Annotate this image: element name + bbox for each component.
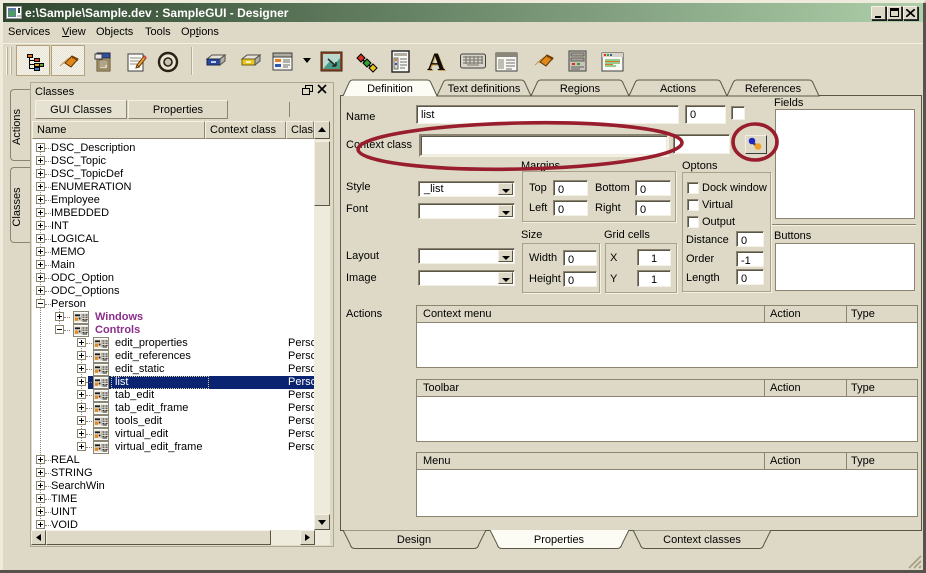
svg-text:Context classes: Context classes <box>663 534 741 546</box>
svg-text:Actions: Actions <box>660 83 697 95</box>
svg-text:Text definitions: Text definitions <box>448 83 521 95</box>
svg-text:Design: Design <box>397 534 431 546</box>
svg-text:Regions: Regions <box>560 83 601 95</box>
svg-text:Properties: Properties <box>534 534 585 546</box>
svg-text:Definition: Definition <box>367 83 413 95</box>
svg-text:References: References <box>745 83 802 95</box>
